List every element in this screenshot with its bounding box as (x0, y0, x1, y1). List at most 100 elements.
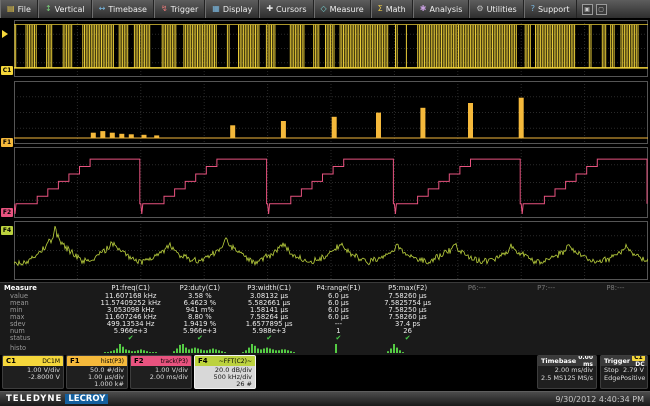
math-icon: Σ (378, 5, 383, 13)
brand-lecroy: LECROY (65, 394, 108, 404)
menu-label: Display (223, 5, 253, 14)
f1-hist-bar (154, 135, 159, 138)
f2-hdiv: 2.00 ms/div (134, 374, 188, 381)
f1-hist-bar (100, 131, 105, 138)
timebase-descriptor[interactable]: Timebase 0.00 ms 2.00 ms/div 2.5 MS 125 … (537, 355, 597, 389)
f1-function: hist(P3) (82, 358, 124, 365)
f4-zero-marker[interactable]: F4 (1, 226, 13, 235)
measure-cell (442, 300, 511, 307)
measure-histo-cell (165, 342, 234, 354)
f1-hist-bar (230, 125, 235, 138)
menu-file[interactable]: ▤File (0, 0, 38, 18)
menu-extra-icon-2[interactable]: ▢ (596, 4, 607, 15)
grid-f4[interactable] (14, 221, 648, 280)
measure-cell (581, 314, 650, 321)
menu-analysis[interactable]: ✱Analysis (413, 0, 470, 18)
menu-trigger[interactable]: ↯Trigger (154, 0, 205, 18)
menu-label: Math (386, 5, 406, 14)
support-icon: ? (531, 5, 535, 13)
menu-measure[interactable]: ◇Measure (314, 0, 371, 18)
trigger-level-marker[interactable] (2, 30, 8, 38)
f4-count: 26 # (198, 381, 252, 388)
measure-histo-cell (581, 342, 650, 354)
channel-descriptor-f1[interactable]: F1 hist(P3) 50.0 #/div 1.00 µs/div 1.000… (66, 355, 128, 389)
f2-zero-marker[interactable]: F2 (1, 208, 13, 217)
oscilloscope-app: ▤File↕Vertical↔Timebase↯Trigger▦Display✚… (0, 0, 650, 406)
measure-status-cell: ✔ (96, 335, 165, 342)
measure-row-label: status (0, 335, 96, 342)
menu-bar: ▤File↕Vertical↔Timebase↯Trigger▦Display✚… (0, 0, 650, 19)
f1-hist-bar (91, 133, 96, 138)
c1-label: C1 (6, 357, 16, 365)
menu-label: Timebase (108, 5, 147, 14)
trigger-label: Trigger (604, 357, 630, 365)
menu-label: Analysis (429, 5, 462, 14)
measure-cell (442, 307, 511, 314)
measure-column-header[interactable]: P7:--- (512, 283, 581, 293)
trigger-descriptor[interactable]: Trigger C1 DC Stop 2.79 V Edge Positive (600, 355, 648, 389)
channel-descriptor-f4[interactable]: F4 ~FFT(C2)~ 20.0 dB/div 500 kHz/div 26 … (194, 355, 256, 389)
measure-histo-cell (96, 342, 165, 354)
grid-c1[interactable] (14, 20, 648, 77)
measure-status-cell (442, 335, 511, 342)
f1-hist-bar (110, 133, 115, 138)
menu-label: Trigger (171, 5, 199, 14)
c1-waveform (14, 25, 638, 68)
c1-offset: -2.8000 V (6, 374, 60, 381)
descriptor-row: C1 DC1M 1.00 V/div -2.8000 V F1 hist(P3)… (0, 355, 650, 391)
measure-column-header[interactable]: P6:--- (442, 283, 511, 293)
measure-row-label: histo (0, 342, 96, 354)
vertical-icon: ↕ (45, 5, 52, 13)
f4-function: ~FFT(C2)~ (210, 358, 252, 365)
trigger-slope: Positive (620, 374, 645, 382)
menu-math[interactable]: ΣMath (371, 0, 413, 18)
menu-label: Utilities (487, 5, 517, 14)
trigger-mode: Stop (604, 366, 619, 374)
timebase-rate: 125 MS/s (563, 374, 593, 382)
timebase-icon: ↔ (99, 5, 106, 13)
f1-zero-marker[interactable]: F1 (1, 138, 13, 147)
menu-cursors[interactable]: ✚Cursors (259, 0, 313, 18)
f1-label: F1 (70, 357, 80, 365)
menu-utilities[interactable]: ⚙Utilities (469, 0, 523, 18)
f1-hist-bar (468, 103, 473, 138)
cursors-icon: ✚ (266, 5, 273, 13)
channel-descriptor-c1[interactable]: C1 DC1M 1.00 V/div -2.8000 V (2, 355, 64, 389)
measure-cell (512, 314, 581, 321)
menu-vertical[interactable]: ↕Vertical (38, 0, 92, 18)
menu-timebase[interactable]: ↔Timebase (92, 0, 154, 18)
f1-hist-bar (420, 108, 425, 138)
mini-histogram (103, 343, 159, 353)
measure-cell (512, 328, 581, 335)
grid-f1[interactable] (14, 81, 648, 144)
measure-cell (442, 314, 511, 321)
measure-cell (442, 293, 511, 300)
f1-hist-bar (129, 134, 134, 138)
channel-descriptor-f2[interactable]: F2 track(P3) 1.00 V/div 2.00 ms/div (130, 355, 192, 389)
mini-histogram (310, 343, 366, 353)
measure-cell (581, 300, 650, 307)
measure-status-cell: ✔ (235, 335, 304, 342)
measure-cell (442, 328, 511, 335)
grid-f2[interactable] (14, 147, 648, 218)
f1-hist-bar (142, 135, 147, 138)
c1-zero-marker[interactable]: C1 (1, 66, 13, 75)
mini-histogram (241, 343, 297, 353)
timebase-scale: 2.00 ms/div (555, 366, 593, 374)
mini-histogram (172, 343, 228, 353)
menu-extra-icon-1[interactable]: ▣ (582, 4, 593, 15)
f1-count: 1.000 k# (70, 381, 124, 388)
status-bar: TELEDYNE LECROY 9/30/2012 4:40:34 PM (0, 391, 650, 406)
measure-histo-cell (235, 342, 304, 354)
trigger-type: Edge (604, 374, 620, 382)
measure-column-header[interactable]: P8:--- (581, 283, 650, 293)
measure-status-cell: ✔ (165, 335, 234, 342)
menu-display[interactable]: ▦Display (205, 0, 259, 18)
menu-support[interactable]: ?Support (524, 0, 577, 18)
waveform-area[interactable]: C1 F1 F2 F4 (0, 18, 650, 282)
f2-label: F2 (134, 357, 144, 365)
measure-status-cell (581, 335, 650, 342)
measure-histo-cell (442, 342, 511, 354)
measure-cell (512, 293, 581, 300)
measure-table: MeasureP1:freq(C1)P2:duty(C1)P3:width(C1… (0, 282, 650, 355)
